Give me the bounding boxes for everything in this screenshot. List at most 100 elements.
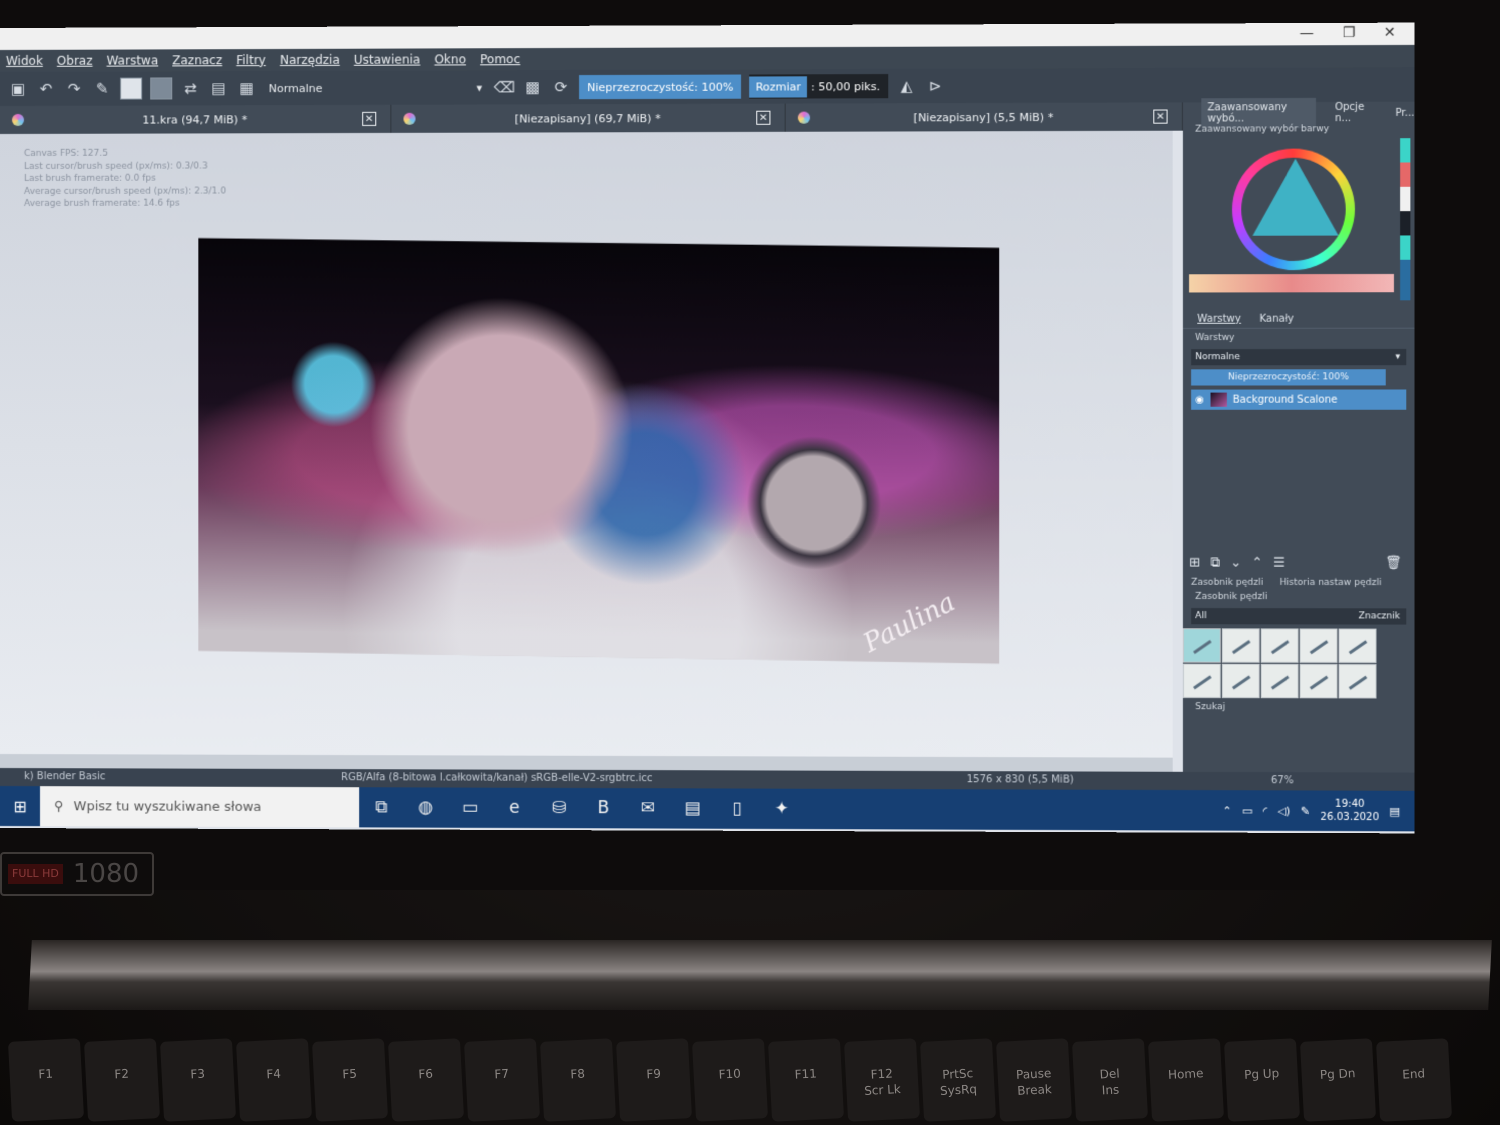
layer-item[interactable]: ◉ Background Scalone (1191, 389, 1406, 409)
clock[interactable]: 19:40 26.03.2020 (1320, 798, 1379, 825)
opacity-label: Nieprzezroczystość: 100% (587, 80, 733, 94)
battery-icon[interactable]: ▭ (1242, 804, 1253, 817)
eraser-icon[interactable]: ⌫ (494, 77, 514, 97)
task-view-icon[interactable]: ⧉ (359, 787, 403, 827)
files-icon[interactable]: ▤ (670, 788, 715, 828)
windows-start-icon[interactable]: ⊞ (0, 786, 40, 826)
tab-channels[interactable]: Kanały (1259, 314, 1294, 325)
brush-preset[interactable] (1300, 664, 1338, 699)
document-tabs: 11.kra (94,7 MiB) * ✕ [Niezapisany] (69,… (0, 102, 1183, 134)
alpha-lock-icon[interactable]: ▩ (522, 77, 542, 97)
tab-document-1[interactable]: 11.kra (94,7 MiB) * ✕ (0, 105, 391, 134)
layer-opacity-slider[interactable]: Nieprzezroczystość: 100% (1191, 369, 1386, 385)
brush-preset[interactable] (1339, 629, 1377, 664)
layer-properties-icon[interactable]: ☰ (1273, 555, 1285, 570)
volume-icon[interactable]: ◁) (1277, 804, 1290, 817)
menu-layer[interactable]: Warstwa (107, 53, 159, 67)
tab-tool-options[interactable]: Opcje n... (1335, 102, 1377, 124)
menu-tools[interactable]: Narzędzia (280, 53, 340, 67)
notifications-icon[interactable]: ▤ (1389, 804, 1400, 817)
brush-preset[interactable] (1261, 628, 1299, 662)
wifi-icon[interactable]: ◜ (1263, 804, 1267, 817)
brush-icon[interactable]: ✎ (92, 79, 112, 99)
foreground-color-swatch[interactable] (120, 78, 142, 100)
brush-filter[interactable]: All Znacznik (1191, 608, 1406, 625)
menu-image[interactable]: Obraz (57, 54, 93, 68)
opacity-slider[interactable]: Nieprzezroczystość: 100% (579, 75, 741, 100)
brush-preset[interactable] (1183, 664, 1221, 698)
background-color-swatch[interactable] (150, 77, 172, 99)
close-tab-icon[interactable]: ✕ (362, 112, 376, 126)
close-tab-icon[interactable]: ✕ (756, 111, 770, 125)
saturation-triangle[interactable] (1252, 159, 1338, 236)
tab-brush-presets[interactable]: Zasobnik pędzli (1191, 578, 1263, 588)
space-artwork-canvas[interactable]: Paulina (198, 238, 999, 664)
close-tab-icon[interactable]: ✕ (1153, 109, 1167, 123)
mirror-vertical-icon[interactable]: ⊳ (925, 76, 945, 96)
size-slider[interactable]: Rozmiar : 50,00 piks. (750, 74, 889, 99)
color-sliders[interactable] (1189, 274, 1394, 293)
keyboard-key: End (1376, 1038, 1452, 1122)
delete-layer-icon[interactable]: 🗑 (1385, 555, 1402, 570)
reload-preset-icon[interactable]: ⟳ (551, 77, 571, 97)
keyboard-key: Pause Break (996, 1038, 1072, 1122)
b-app-icon[interactable]: B (581, 788, 625, 828)
tab-document-2[interactable]: [Niezapisany] (69,7 MiB) * ✕ (391, 104, 785, 133)
brush-preset[interactable] (1300, 628, 1338, 663)
restore-icon[interactable]: ❐ (1343, 25, 1356, 41)
krita-logo-icon (12, 114, 24, 126)
blend-mode-select[interactable]: Normalne ▾ (265, 76, 487, 99)
status-colorspace: RGB/Alfa (8-bitowa l.całkowita/kanał) sR… (341, 772, 652, 784)
tab-document-3[interactable]: [Niezapisany] (5,5 MiB) * ✕ (786, 102, 1183, 131)
brush-preset[interactable] (1339, 664, 1377, 699)
tab-presets[interactable]: Pr... (1395, 107, 1414, 118)
color-history-swatches[interactable] (1400, 138, 1410, 300)
gradient-icon[interactable]: ▤ (208, 78, 228, 98)
pen-icon[interactable]: ✎ (1301, 804, 1310, 817)
swap-colors-icon[interactable]: ⇄ (180, 78, 200, 98)
menu-settings[interactable]: Ustawienia (354, 53, 420, 67)
brush-preset[interactable] (1183, 628, 1221, 662)
taskbar-search[interactable]: ⚲ Wpisz tu wyszukiwane słowa (40, 786, 359, 827)
duplicate-layer-icon[interactable]: ⧉ (1210, 555, 1220, 570)
canvas-area[interactable]: Canvas FPS: 127.5 Last cursor/brush spee… (0, 131, 1173, 758)
tab-title: 11.kra (94,7 MiB) * (143, 113, 248, 126)
file-explorer-icon[interactable]: ▭ (448, 788, 492, 828)
move-down-icon[interactable]: ⌄ (1230, 555, 1241, 570)
brush-presets-title: Zasobnik pędzli (1183, 592, 1415, 607)
undo-icon[interactable]: ↶ (36, 79, 56, 99)
menu-help[interactable]: Pomoc (480, 52, 520, 66)
layer-blend-select[interactable]: Normalne ▾ (1191, 349, 1406, 365)
menu-filters[interactable]: Filtry (236, 53, 266, 67)
tab-title: [Niezapisany] (69,7 MiB) * (515, 112, 661, 126)
pattern-icon[interactable]: ▦ (236, 78, 256, 98)
overlay-line: Average brush framerate: 14.6 fps (24, 198, 226, 211)
eye-icon[interactable]: ◉ (1195, 394, 1204, 405)
notes-icon[interactable]: ▯ (715, 788, 760, 828)
color-selector[interactable] (1183, 138, 1415, 311)
save-icon[interactable]: ▣ (8, 79, 28, 99)
tab-layers[interactable]: Warstwy (1197, 314, 1241, 325)
redo-icon[interactable]: ↷ (64, 79, 84, 99)
brush-preset[interactable] (1222, 628, 1260, 662)
chrome-icon[interactable]: ◍ (403, 787, 447, 827)
tab-brush-history[interactable]: Historia nastaw pędzli (1280, 578, 1382, 588)
menu-view[interactable]: Widok (6, 54, 43, 68)
edge-icon[interactable]: e (492, 788, 536, 828)
brush-preset[interactable] (1261, 664, 1299, 699)
close-icon[interactable]: ✕ (1384, 25, 1396, 41)
brush-preset[interactable] (1222, 664, 1260, 698)
menu-window[interactable]: Okno (434, 52, 466, 66)
krita-icon[interactable]: ✦ (759, 789, 804, 829)
chevron-up-icon[interactable]: ⌃ (1222, 804, 1231, 817)
mirror-horizontal-icon[interactable]: ◭ (896, 76, 916, 96)
status-zoom[interactable]: 67% (1271, 775, 1294, 786)
add-layer-icon[interactable]: ⊞ (1189, 555, 1200, 570)
mail-icon[interactable]: ✉ (626, 788, 671, 828)
menu-select[interactable]: Zaznacz (172, 53, 222, 67)
keyboard-key: Del Ins (1072, 1038, 1148, 1122)
minimize-icon[interactable]: — (1300, 25, 1314, 41)
store-icon[interactable]: ⛁ (537, 788, 581, 828)
move-up-icon[interactable]: ⌃ (1252, 555, 1263, 570)
krita-logo-icon (798, 112, 810, 124)
